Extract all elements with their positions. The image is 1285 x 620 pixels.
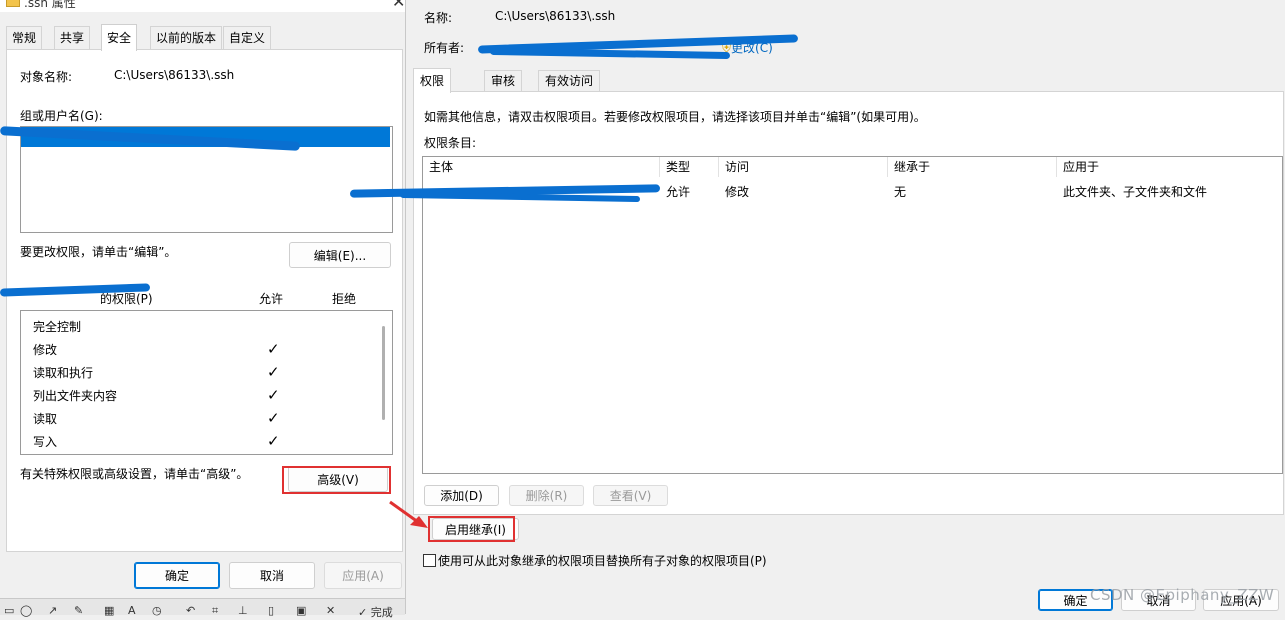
name-label: 名称: [424,11,453,25]
save-icon[interactable]: ▯ [268,604,274,617]
check-icon: ✓ [267,386,280,404]
left-window-title: .ssh 属性 [24,0,76,10]
info-text: 如需其他信息，请双击权限项目。若要修改权限项目，请选择该项目并单击“编辑”(如果… [424,110,926,124]
enable-inheritance-highlight [428,516,515,542]
advanced-text: 有关特殊权限或高级设置，请单击“高级”。 [20,467,249,481]
permission-write: 写入 [33,435,58,449]
deny-header: 拒绝 [332,292,357,306]
replace-child-permissions-label: 使用可从此对象继承的权限项目替换所有子对象的权限项目(P) [438,554,767,568]
edit-button[interactable]: 编辑(E)... [289,242,391,268]
advanced-button-highlight [282,466,391,494]
row-inherited-from: 无 [894,185,907,199]
permissions-list[interactable]: 完全控制 修改 ✓ 读取和执行 ✓ 列出文件夹内容 ✓ 读取 ✓ 写入 ✓ [20,310,393,455]
pen-icon[interactable]: ✎ [74,604,83,617]
permission-full-control: 完全控制 [33,320,82,334]
editor-toolbar [0,598,405,615]
tab-sharing[interactable]: 共享 [54,26,91,49]
tab-customize[interactable]: 自定义 [223,26,272,49]
mosaic-icon[interactable]: ▦ [104,604,114,617]
name-value: C:\Users\86133\.ssh [495,9,616,23]
text-icon[interactable]: A [128,604,136,617]
cancel-button[interactable]: 取消 [229,562,315,589]
tab-permissions[interactable]: 权限 [413,68,452,93]
view-button[interactable]: 查看(V) [593,485,668,506]
check-icon: ✓ [267,409,280,427]
permission-list-folder: 列出文件夹内容 [33,389,118,403]
check-icon: ✓ [267,340,280,358]
tab-auditing[interactable]: 审核 [484,70,523,91]
crop-icon[interactable]: ⌗ [212,604,218,618]
ok-button[interactable]: 确定 [134,562,220,589]
row-applies-to: 此文件夹、子文件夹和文件 [1063,185,1208,199]
column-access[interactable]: 访问 [719,157,888,177]
tab-general[interactable]: 常规 [6,26,43,49]
permission-modify: 修改 [33,343,58,357]
permission-read: 读取 [33,412,58,426]
apply-button[interactable]: 应用(A) [324,562,402,589]
done-label: 完成 [370,606,393,619]
column-type[interactable]: 类型 [660,157,719,177]
done-icon: ✓ [358,606,368,619]
object-name-value: C:\Users\86133\.ssh [114,68,235,82]
groups-label: 组或用户名(G): [20,109,103,123]
arrow-icon[interactable]: ↗ [48,604,57,617]
object-name-label: 对象名称: [20,70,73,84]
rectangle-icon[interactable]: ▭ [4,604,14,617]
replace-child-permissions-checkbox[interactable] [423,554,436,567]
column-principal[interactable]: 主体 [423,157,660,177]
watermark: CSDN @Epiphany_ZZW [1090,586,1275,604]
column-inherited-from[interactable]: 继承于 [888,157,1057,177]
copy-icon[interactable]: ▣ [296,604,306,617]
undo-icon[interactable]: ↶ [186,604,195,617]
red-arrow-annotation [389,500,428,528]
close-icon[interactable]: ✕ [392,0,405,11]
tab-security[interactable]: 安全 [101,24,138,51]
folder-icon [6,0,20,7]
check-icon: ✓ [267,432,280,450]
row-access: 修改 [725,185,750,199]
done-button[interactable]: ✓ 完成 [358,604,393,620]
check-icon: ✓ [267,363,280,381]
row-type: 允许 [666,185,691,199]
permissions-scrollbar[interactable] [382,326,385,420]
change-perm-text: 要更改权限，请单击“编辑”。 [20,245,177,259]
pin-icon[interactable]: ⊥ [238,604,248,617]
permission-read-execute: 读取和执行 [33,366,94,380]
add-button[interactable]: 添加(D) [424,485,499,506]
permission-entries-table[interactable] [422,156,1283,474]
owner-label: 所有者: [424,41,465,55]
entries-label: 权限条目: [424,136,477,150]
circle-icon[interactable]: ◯ [20,604,32,617]
clock-icon[interactable]: ◷ [152,604,162,617]
column-applies-to[interactable]: 应用于 [1057,157,1280,177]
tab-effective-access[interactable]: 有效访问 [538,70,601,91]
allow-header: 允许 [259,292,284,306]
remove-button[interactable]: 删除(R) [509,485,584,506]
cancel-icon[interactable]: ✕ [326,604,335,617]
tab-previous-versions[interactable]: 以前的版本 [150,26,223,49]
